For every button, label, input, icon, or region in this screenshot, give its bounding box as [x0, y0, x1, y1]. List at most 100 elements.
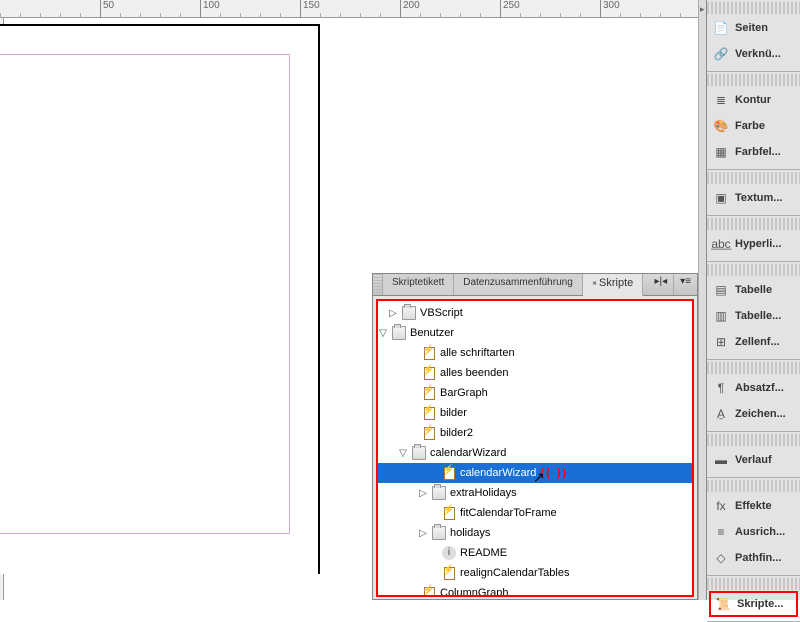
folder-icon [392, 326, 406, 340]
disclosure-triangle[interactable] [418, 488, 428, 499]
script-tree[interactable]: VBScript Benutzer alle schriftarten alles b… [376, 299, 694, 597]
dock-item[interactable]: A̱Zeichen... [707, 401, 800, 427]
dock-group-gripper[interactable] [707, 172, 800, 184]
dock-item-icon: a̲b̲c̲ [713, 236, 729, 252]
dock-item-icon: ▬ [713, 452, 729, 468]
dock-group-gripper[interactable] [707, 480, 800, 492]
folder-icon [402, 306, 416, 320]
tree-row[interactable]: alles beenden [378, 363, 692, 383]
dock-item[interactable]: ▥Tabelle... [707, 303, 800, 329]
tree-row[interactable]: BarGraph [378, 383, 692, 403]
dock-item-label: Effekte [735, 500, 772, 512]
document-canvas[interactable]: 50100150200250300350 Skriptetikett Daten… [0, 0, 700, 600]
tree-row[interactable]: alle schriftarten [378, 343, 692, 363]
dock-item-icon: ¶ [713, 380, 729, 396]
tree-item-label: alles beenden [440, 367, 509, 379]
tree-row[interactable]: bilder2 [378, 423, 692, 443]
page[interactable] [0, 24, 320, 574]
dock-item-icon: 🔗 [713, 46, 729, 62]
tree-row[interactable]: ColumnGraph [378, 583, 692, 597]
dock-item-label: Pathfin... [735, 552, 781, 564]
dock-item-label: Ausrich... [735, 526, 785, 538]
tree-item-label: alle schriftarten [440, 347, 515, 359]
dock-item[interactable]: ▤Tabelle [707, 277, 800, 303]
dock-group-gripper[interactable] [707, 74, 800, 86]
dock-item[interactable]: ≡ Ausrich... [707, 519, 800, 545]
dock-item-label: Textum... [735, 192, 782, 204]
dock-item[interactable]: fx Effekte [707, 493, 800, 519]
dock-item-icon: fx [713, 498, 729, 514]
tree-item-label: README [460, 547, 507, 559]
dock-item[interactable]: ¶Absatzf... [707, 375, 800, 401]
tree-row[interactable]: holidays [378, 523, 692, 543]
script-icon [422, 366, 436, 380]
scripts-panel[interactable]: Skriptetikett Datenzusammenführung +Skri… [372, 273, 698, 600]
tree-row[interactable]: calendarWizard(( ))↖ [378, 463, 692, 483]
dock-item-icon: ▤ [713, 282, 729, 298]
tree-row[interactable]: extraHolidays [378, 483, 692, 503]
dock-item-label: Zellenf... [735, 336, 780, 348]
dock-item[interactable]: 📜Skripte... [709, 591, 798, 617]
disclosure-triangle[interactable] [378, 328, 388, 339]
tree-row[interactable]: realignCalendarTables [378, 563, 692, 583]
tree-row[interactable]: README [378, 543, 692, 563]
dock-item[interactable]: ▦Farbfel... [707, 139, 800, 165]
tree-item-label: fitCalendarToFrame [460, 507, 557, 519]
script-icon [422, 406, 436, 420]
dock-item-icon: ≡ [713, 524, 729, 540]
tree-row[interactable]: bilder [378, 403, 692, 423]
dock-group-gripper[interactable] [707, 2, 800, 14]
tree-item-label: Benutzer [410, 327, 454, 339]
dock-item-label: Hyperli... [735, 238, 781, 250]
dock-item[interactable]: ◇ Pathfin... [707, 545, 800, 571]
panel-scroll-arrows[interactable]: ▸|◂ [649, 274, 674, 295]
dock-item[interactable]: 🔗 Verknü... [707, 41, 800, 67]
folder-icon [432, 526, 446, 540]
dock-item-label: Verknü... [735, 48, 781, 60]
script-icon [422, 586, 436, 597]
dock-item[interactable]: ▣Textum... [707, 185, 800, 211]
tree-item-label: VBScript [420, 307, 463, 319]
tree-row[interactable]: VBScript [378, 303, 692, 323]
tree-row[interactable]: fitCalendarToFrame [378, 503, 692, 523]
dock-item[interactable]: ▬ Verlauf [707, 447, 800, 473]
script-icon [422, 386, 436, 400]
dock-item[interactable]: ⊞ Zellenf... [707, 329, 800, 355]
panel-menu-button[interactable]: ▾≡ [673, 274, 697, 295]
tab-skripte[interactable]: +Skripte [583, 274, 644, 296]
dock-item-icon: ≣ [713, 92, 729, 108]
tree-row[interactable]: Benutzer [378, 323, 692, 343]
dock-group-gripper[interactable] [707, 218, 800, 230]
horizontal-ruler[interactable]: 50100150200250300350 [0, 0, 700, 18]
disclosure-triangle[interactable] [398, 448, 408, 459]
tab-datenzusammenfuehrung[interactable]: Datenzusammenführung [454, 274, 583, 295]
tree-item-label: extraHolidays [450, 487, 517, 499]
dock-item[interactable]: a̲b̲c̲ Hyperli... [707, 231, 800, 257]
folder-icon [412, 446, 426, 460]
tree-item-label: ColumnGraph [440, 587, 508, 597]
dock-group-gripper[interactable] [707, 434, 800, 446]
highlight-annotation: (( )) [540, 467, 568, 479]
dock-item-icon: 📄 [713, 20, 729, 36]
disclosure-triangle[interactable] [388, 308, 398, 319]
tab-skriptetikett[interactable]: Skriptetikett [383, 274, 454, 295]
dock-group-gripper[interactable] [707, 264, 800, 276]
dock-item[interactable]: ≣Kontur [707, 87, 800, 113]
dock-item-icon: ◇ [713, 550, 729, 566]
dock-item[interactable]: 📄Seiten [707, 15, 800, 41]
dock-group-gripper[interactable] [707, 578, 800, 590]
dock-item-icon: ⊞ [713, 334, 729, 350]
dock-toggle-bar[interactable]: ▸ [698, 0, 706, 600]
dock-item[interactable]: 🎨Farbe [707, 113, 800, 139]
dock-group-gripper[interactable] [707, 362, 800, 374]
tree-item-label: calendarWizard [460, 467, 536, 479]
dock-item-icon: 📜 [715, 596, 731, 612]
tree-row[interactable]: calendarWizard [378, 443, 692, 463]
dock-item-label: Verlauf [735, 454, 772, 466]
folder-icon [432, 486, 446, 500]
margin-guide [0, 54, 290, 534]
panel-gripper[interactable] [373, 274, 383, 295]
panel-tab-bar: Skriptetikett Datenzusammenführung +Skri… [373, 274, 697, 296]
dock-item-label: Farbe [735, 120, 765, 132]
disclosure-triangle[interactable] [418, 528, 428, 539]
